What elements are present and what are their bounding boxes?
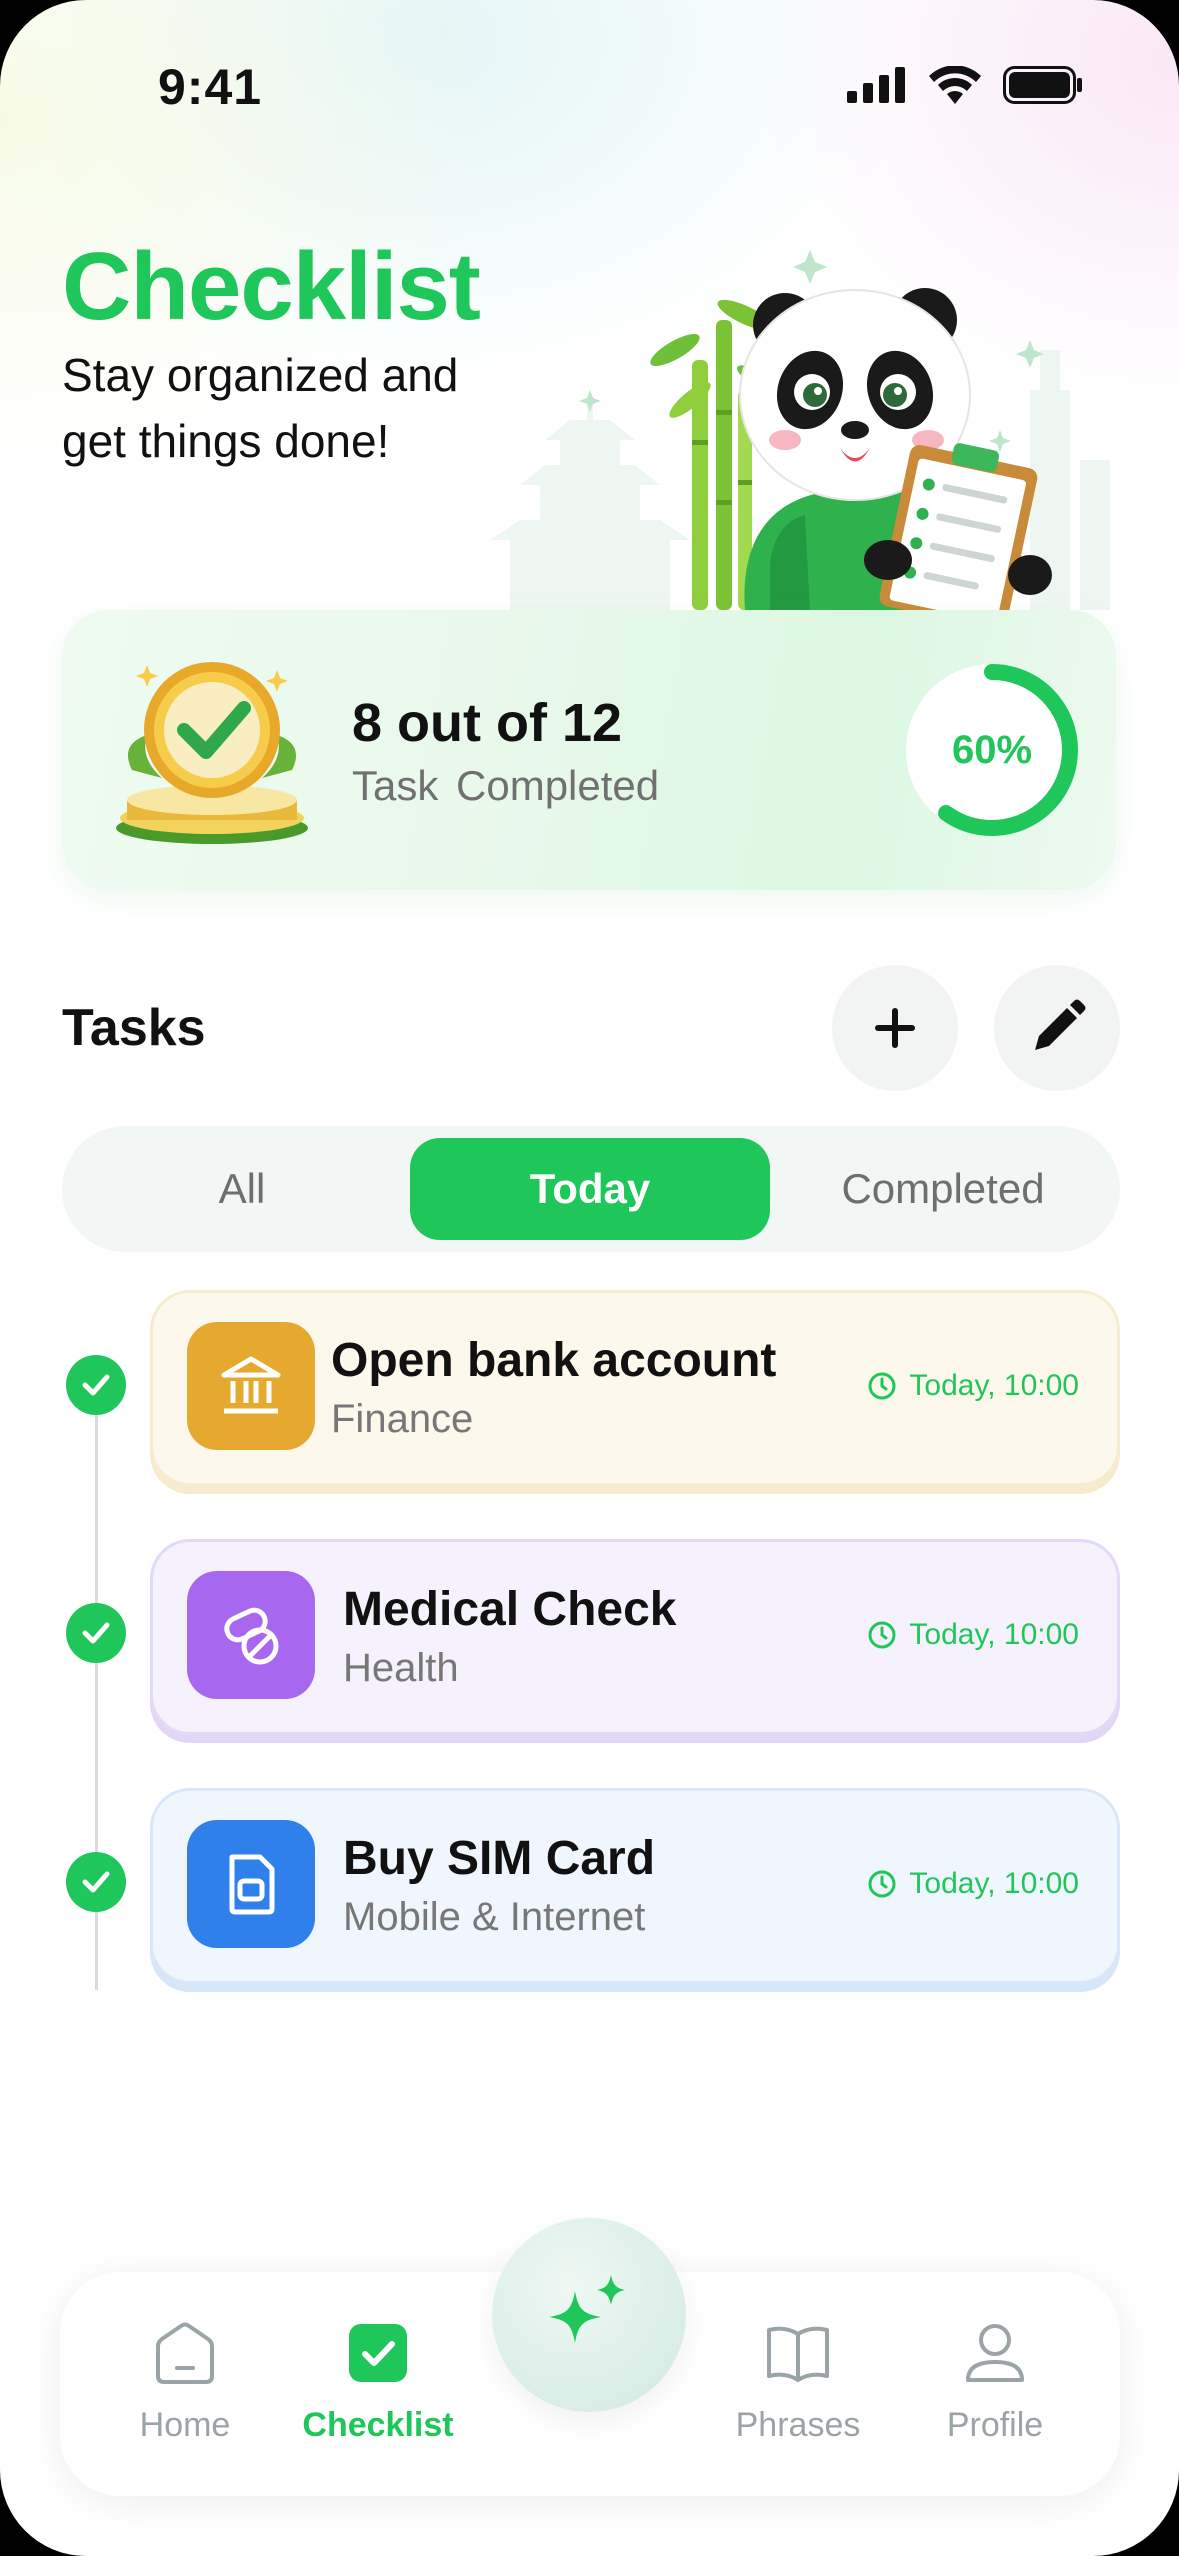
task-category: Mobile & Internet: [343, 1895, 646, 1939]
task-time-label: Today, 10:00: [909, 1369, 1079, 1402]
task-card-open-bank-account[interactable]: Open bank account Finance Today, 10:00: [150, 1290, 1120, 1486]
task-category: Finance: [331, 1397, 474, 1441]
nav-checklist[interactable]: Checklist: [298, 2318, 458, 2445]
pill-icon: [187, 1571, 315, 1699]
sparkle-icon: [549, 2275, 625, 2343]
clock-icon: [868, 1621, 896, 1649]
task-time: Today, 10:00: [867, 1867, 1079, 1901]
tab-all[interactable]: All: [82, 1138, 402, 1240]
task-card-medical-check[interactable]: Medical Check Health Today, 10:00: [150, 1539, 1120, 1735]
status-time: 9:41: [158, 59, 263, 115]
wifi-icon: [929, 66, 981, 104]
progress-percent: 60%: [951, 727, 1033, 772]
pencil-icon: [1035, 999, 1086, 1050]
task-time-label: Today, 10:00: [909, 1867, 1079, 1900]
signal-icon: [847, 67, 905, 103]
tab-completed[interactable]: Completed: [778, 1138, 1108, 1240]
nav-profile-label: Profile: [946, 2406, 1044, 2444]
task-check-icon[interactable]: [66, 1603, 126, 1663]
task-name: Medical Check: [343, 1583, 677, 1636]
person-icon: [966, 2324, 1024, 2382]
nav-phrases[interactable]: Phrases: [728, 2318, 868, 2445]
progress-card: 8 out of 12 Task Completed 60%: [62, 610, 1116, 890]
ai-assistant-button[interactable]: [492, 2218, 686, 2412]
nav-phrases-label: Phrases: [735, 2406, 861, 2444]
trophy-icon: [116, 662, 308, 844]
add-task-button[interactable]: [832, 965, 958, 1091]
task-filter-tabs: All Today Completed: [62, 1126, 1120, 1252]
page-title: Checklist: [62, 233, 481, 340]
edit-tasks-button[interactable]: [994, 965, 1120, 1091]
task-name: Buy SIM Card: [343, 1832, 656, 1885]
nav-profile[interactable]: Profile: [930, 2318, 1060, 2445]
task-category: Health: [343, 1646, 459, 1690]
task-time-label: Today, 10:00: [909, 1618, 1079, 1651]
app-screen: 9:41 Checklist Stay organized and get th…: [0, 0, 1179, 2556]
home-icon: [156, 2322, 214, 2384]
task-check-icon[interactable]: [66, 1355, 126, 1415]
nav-home[interactable]: Home: [125, 2318, 245, 2445]
tasks-section-title: Tasks: [62, 999, 206, 1057]
task-time: Today, 10:00: [867, 1618, 1079, 1652]
task-name: Open bank account: [331, 1334, 777, 1387]
status-icons: [847, 66, 1083, 104]
nav-checklist-label: Checklist: [302, 2406, 454, 2444]
tab-today[interactable]: Today: [410, 1138, 770, 1240]
progress-label: Task Completed: [352, 762, 660, 809]
task-time: Today, 10:00: [867, 1369, 1079, 1403]
sim-card-icon: [187, 1820, 315, 1948]
checklist-icon: [349, 2324, 407, 2382]
task-card-buy-sim-card[interactable]: Buy SIM Card Mobile & Internet Today, 10…: [150, 1788, 1120, 1984]
plus-icon: [875, 1008, 915, 1048]
bank-icon: [187, 1322, 315, 1450]
task-check-icon[interactable]: [66, 1852, 126, 1912]
clock-icon: [868, 1372, 896, 1400]
nav-home-label: Home: [139, 2406, 231, 2444]
panda-illustration: [490, 250, 1110, 610]
battery-icon: [1003, 66, 1082, 104]
clock-icon: [868, 1870, 896, 1898]
book-icon: [767, 2326, 829, 2382]
progress-count: 8 out of 12: [352, 693, 623, 753]
